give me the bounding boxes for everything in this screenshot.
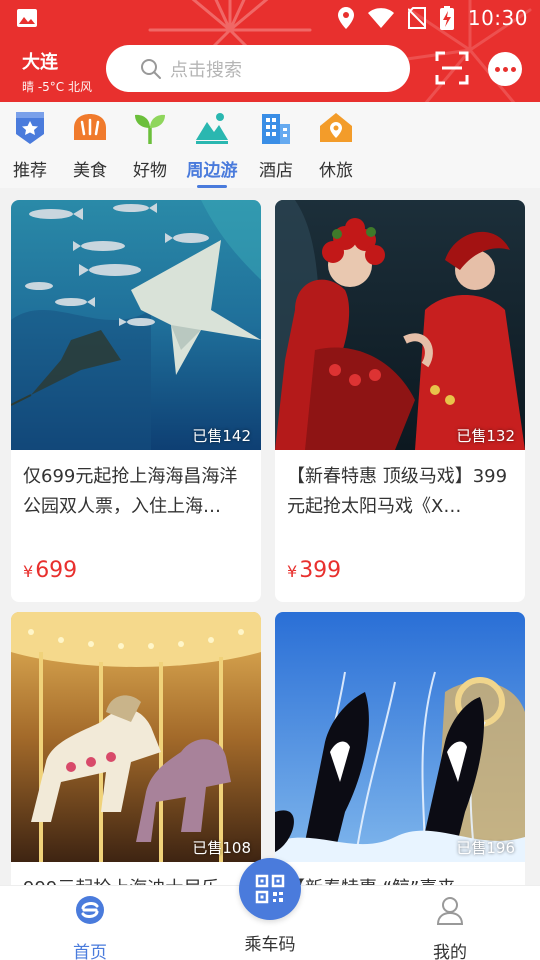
product-card[interactable]: 已售132 【新春特惠 顶级马戏】399元起抢太阳马戏《X… ¥399 (275, 200, 525, 602)
tab-nearby-travel[interactable]: 周边游 (182, 110, 242, 188)
dot-icon (510, 66, 516, 72)
tab-label: 周边游 (186, 161, 238, 181)
search-placeholder: 点击搜索 (170, 59, 242, 81)
dot-icon (502, 66, 508, 72)
sold-count: 已售108 (192, 839, 251, 857)
badge-star-icon (16, 112, 44, 144)
product-price: ¥399 (275, 534, 525, 583)
location-icon (337, 7, 354, 29)
tab-recommend[interactable]: 推荐 (0, 110, 60, 181)
nav-ride-code[interactable]: 乘车码 (225, 930, 315, 955)
active-tab-indicator (197, 185, 227, 188)
product-card[interactable]: 已售108 999元起抢上海迪士尼乐园… (11, 612, 261, 912)
product-image: 已售132 (275, 200, 525, 450)
search-icon (141, 59, 161, 79)
tab-label: 美食 (73, 161, 107, 181)
battery-charging-icon (439, 6, 454, 30)
nav-mine[interactable]: 我的 (405, 894, 495, 960)
currency-symbol: ¥ (23, 562, 34, 581)
price-value: 699 (35, 558, 78, 583)
building-icon (262, 114, 290, 144)
sold-count: 已售196 (456, 839, 515, 857)
dot-icon (494, 66, 500, 72)
search-input[interactable]: 点击搜索 (106, 45, 410, 92)
tab-hotel[interactable]: 酒店 (246, 110, 306, 181)
user-icon (436, 897, 464, 925)
circus-performers-image (275, 200, 525, 450)
sold-count: 已售142 (192, 427, 251, 445)
image-notification-icon (17, 9, 37, 27)
nav-label: 乘车码 (244, 935, 296, 955)
wifi-icon (367, 8, 394, 28)
product-title: 【新春特惠 顶级马戏】399元起抢太阳马戏《X… (287, 466, 508, 517)
no-sim-icon (407, 7, 426, 29)
nav-label: 我的 (433, 943, 467, 960)
status-bar: 10:30 (0, 0, 540, 36)
house-pin-icon (320, 113, 352, 142)
orca-fountain-image (275, 612, 525, 862)
tab-label: 休旅 (319, 161, 353, 181)
product-card[interactable]: 已售196 【新春特惠 “鲸”喜来… (275, 612, 525, 912)
scan-icon[interactable] (434, 50, 470, 86)
bread-icon (74, 114, 106, 140)
product-price: ¥699 (11, 534, 261, 583)
nav-label: 首页 (73, 943, 107, 960)
nav-home[interactable]: 首页 (45, 894, 135, 960)
tab-food[interactable]: 美食 (60, 110, 120, 181)
tab-label: 酒店 (259, 161, 293, 181)
product-card[interactable]: 已售142 仅699元起抢上海海昌海洋公园双人票，入住上海… ¥699 (11, 200, 261, 602)
currency-symbol: ¥ (287, 562, 298, 581)
tab-label: 好物 (133, 161, 167, 181)
city-name: 大连 (22, 52, 58, 73)
product-image: 已售108 (11, 612, 261, 862)
city-selector[interactable]: 大连 晴 -5°C 北风 (22, 48, 92, 95)
message-button[interactable] (488, 52, 522, 86)
header: 10:30 大连 晴 -5°C 北风 点击搜索 (0, 0, 540, 102)
mountain-icon (196, 113, 228, 144)
qr-code-icon (255, 874, 285, 904)
ride-code-button[interactable] (239, 858, 301, 920)
product-image: 已售142 (11, 200, 261, 450)
aquarium-manta-ray-image (11, 200, 261, 450)
tab-label: 推荐 (13, 161, 47, 181)
home-logo-icon (76, 896, 104, 924)
sold-count: 已售132 (456, 427, 515, 445)
clock: 10:30 (467, 6, 528, 30)
product-title: 仅699元起抢上海海昌海洋公园双人票，入住上海… (23, 466, 238, 517)
sprout-icon (135, 114, 165, 144)
product-image: 已售196 (275, 612, 525, 862)
tab-leisure-travel[interactable]: 休旅 (306, 110, 366, 181)
price-value: 399 (299, 558, 342, 583)
category-tabs: 推荐 美食 好物 周边游 酒店 休旅 (0, 102, 540, 188)
tab-goods[interactable]: 好物 (120, 110, 180, 181)
weather-text: 晴 -5°C 北风 (22, 80, 92, 94)
carousel-horses-image (11, 612, 261, 862)
